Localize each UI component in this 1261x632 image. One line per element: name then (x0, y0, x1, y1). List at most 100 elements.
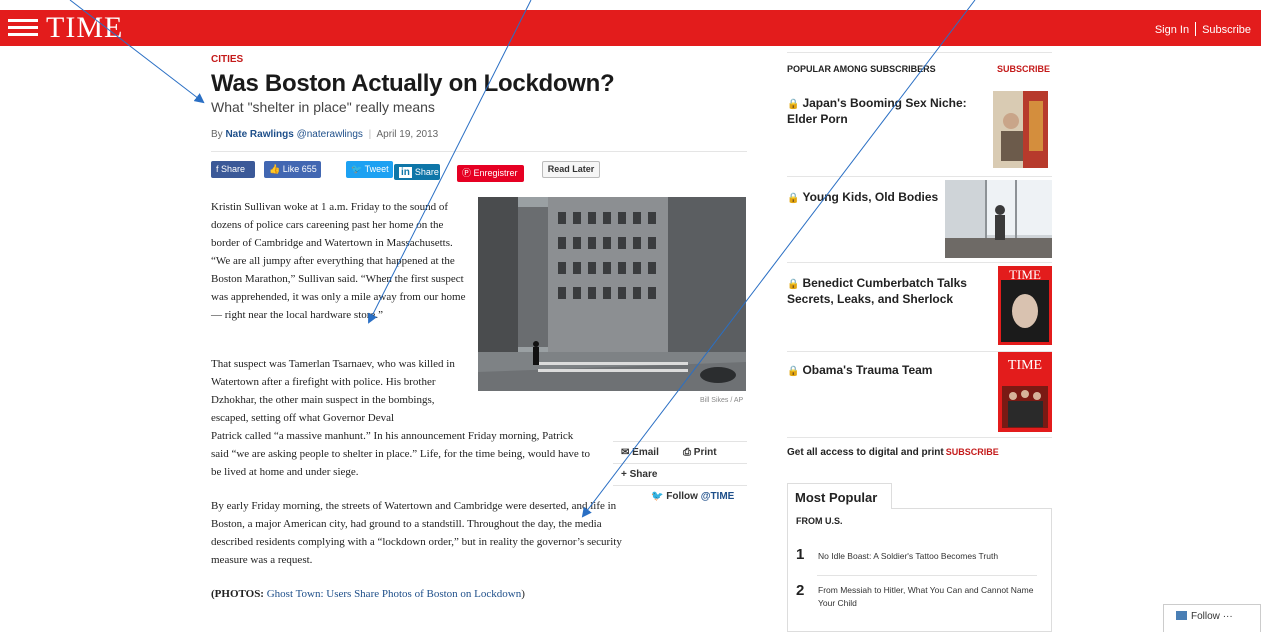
follow-handle: @TIME (700, 491, 735, 502)
account-links: Sign In Subscribe (1155, 22, 1251, 36)
story-thumbnail[interactable] (993, 91, 1048, 168)
tweet-button[interactable]: 🐦 Tweet (346, 161, 393, 178)
lock-icon: 🔒 (787, 366, 800, 377)
boston-street-photo (478, 197, 746, 391)
article-paragraph: Patrick called “a massive manhunt.” In h… (211, 430, 591, 478)
thumbs-up-icon: 👍 (269, 164, 281, 174)
most-popular-item[interactable]: 2 From Messiah to Hitler, What You Can a… (796, 582, 1056, 614)
facebook-share-button[interactable]: f Share (211, 161, 255, 178)
author-handle-link[interactable]: @naterawlings (297, 129, 363, 140)
reader-icon (1176, 611, 1187, 620)
photos-link-paragraph: (PHOTOS: Ghost Town: Users Share Photos … (211, 585, 611, 603)
read-later-button[interactable]: Read Later (542, 161, 600, 178)
print-button[interactable]: ⎙ Print (683, 442, 717, 464)
time-cover-thumbnail[interactable]: TIME (998, 266, 1052, 345)
sign-in-link[interactable]: Sign In (1155, 24, 1189, 36)
lock-icon: 🔒 (787, 99, 800, 110)
facebook-like-label: Like 655 (282, 164, 317, 174)
article-paragraph: By early Friday morning, the streets of … (211, 500, 622, 566)
more-options-icon[interactable]: ··· (1223, 611, 1233, 622)
linkedin-share-label: Share (414, 167, 439, 177)
follow-widget-button[interactable]: Follow ··· (1163, 604, 1261, 632)
print-label: Print (693, 447, 717, 458)
lock-icon: 🔒 (787, 193, 800, 204)
pinterest-label: Enregistrer (473, 168, 518, 178)
top-nav-bar: TIME Sign In Subscribe (0, 10, 1261, 46)
linkedin-icon: in (399, 167, 412, 178)
story-thumbnail[interactable] (945, 180, 1052, 258)
sidebar-story[interactable]: 🔒 Obama's Trauma Team (787, 363, 977, 379)
tools-row: 🐦 Follow @TIME (613, 485, 747, 507)
story-title: Obama's Trauma Team (802, 363, 933, 377)
article-headline: Was Boston Actually on Lockdown? (211, 70, 615, 97)
email-label: Email (632, 447, 659, 458)
article-tools: ✉ Email ⎙ Print + Share 🐦 Follow @TIME (613, 441, 747, 507)
menu-icon[interactable] (8, 15, 38, 41)
tab-most-popular[interactable]: Most Popular (787, 483, 892, 509)
author-link[interactable]: Nate Rawlings (225, 129, 293, 140)
trauma-team-cover: TIME (998, 352, 1052, 432)
story-title: Benedict Cumberbatch Talks Secrets, Leak… (787, 276, 967, 306)
section-kicker[interactable]: CITIES (211, 54, 243, 65)
access-subscribe-link[interactable]: SUBSCRIBE (946, 447, 999, 457)
most-popular-item[interactable]: 1 No Idle Boast: A Soldier's Tattoo Beco… (796, 546, 1056, 574)
young-kids-thumb (945, 180, 1052, 258)
access-text: Get all access to digital and print (787, 447, 944, 458)
time-logo[interactable]: TIME (46, 10, 123, 46)
photos-label: (PHOTOS: (211, 588, 264, 600)
divider (787, 176, 1052, 177)
sidebar-subscribe-link[interactable]: SUBSCRIBE (997, 64, 1050, 74)
printer-icon: ⎙ (683, 447, 691, 458)
rank-number: 2 (796, 582, 805, 599)
twitter-bird-icon: 🐦 (351, 164, 363, 174)
article-dek: What "shelter in place" really means (211, 99, 435, 115)
linkedin-share-button[interactable]: in Share (394, 164, 440, 180)
follow-label: Follow (666, 491, 698, 502)
divider (1195, 22, 1197, 36)
divider (787, 262, 1052, 263)
pinterest-save-button[interactable]: Ⓟ Enregistrer (457, 165, 524, 182)
divider (787, 52, 1052, 53)
byline-prefix: By (211, 129, 223, 140)
lock-icon: 🔒 (787, 279, 800, 290)
email-button[interactable]: ✉ Email (621, 442, 659, 464)
publish-date: April 19, 2013 (376, 129, 439, 140)
elder-porn-thumb (993, 91, 1048, 168)
most-popular-section-label: FROM U.S. (796, 516, 843, 526)
email-icon: ✉ (621, 447, 630, 458)
most-popular-title: From Messiah to Hitler, What You Can and… (818, 585, 1034, 608)
photo-gallery-link[interactable]: Ghost Town: Users Share Photos of Boston… (267, 588, 521, 600)
twitter-bird-icon: 🐦 (651, 491, 664, 502)
article-photo[interactable] (478, 197, 746, 391)
access-promo: Get all access to digital and print SUBSC… (787, 447, 999, 458)
cover-logo: TIME (1008, 358, 1042, 373)
pinterest-icon: Ⓟ (462, 168, 472, 178)
tools-row: + Share (613, 463, 747, 485)
time-cover-thumbnail[interactable]: TIME (998, 352, 1052, 432)
most-popular-title: No Idle Boast: A Soldier's Tattoo Become… (818, 551, 999, 561)
subscribe-link[interactable]: Subscribe (1202, 24, 1251, 36)
cover-logo: TIME (1009, 267, 1041, 282)
follow-widget-label: Follow (1191, 611, 1220, 622)
divider (211, 151, 747, 152)
tweet-label: Tweet (364, 164, 389, 174)
cumberbatch-cover: TIME (998, 266, 1052, 345)
byline: By Nate Rawlings @naterawlings | April 1… (211, 129, 438, 140)
divider (817, 575, 1037, 576)
facebook-like-button[interactable]: 👍 Like 655 (264, 161, 321, 178)
sidebar-story[interactable]: 🔒 Benedict Cumberbatch Talks Secrets, Lea… (787, 276, 977, 307)
byline-separator: | (368, 129, 372, 140)
article-paragraph: Kristin Sullivan woke at 1 a.m. Friday t… (211, 201, 466, 321)
divider (787, 437, 1052, 438)
photo-credit: Bill Sikes / AP (700, 397, 744, 404)
tools-row: ✉ Email ⎙ Print (613, 441, 747, 463)
article-paragraph: That suspect was Tamerlan Tsarnaev, who … (211, 358, 455, 424)
rank-number: 1 (796, 546, 805, 563)
follow-time-button[interactable]: 🐦 Follow @TIME (651, 486, 734, 508)
story-title: Japan's Booming Sex Niche: Elder Porn (787, 96, 967, 126)
story-title: Young Kids, Old Bodies (802, 190, 939, 204)
popular-subscribers-heading: POPULAR AMONG SUBSCRIBERS (787, 64, 936, 74)
photos-paren: ) (521, 588, 525, 600)
more-share-button[interactable]: + Share (621, 464, 657, 486)
sidebar-story[interactable]: 🔒 Japan's Booming Sex Niche: Elder Porn (787, 96, 977, 127)
